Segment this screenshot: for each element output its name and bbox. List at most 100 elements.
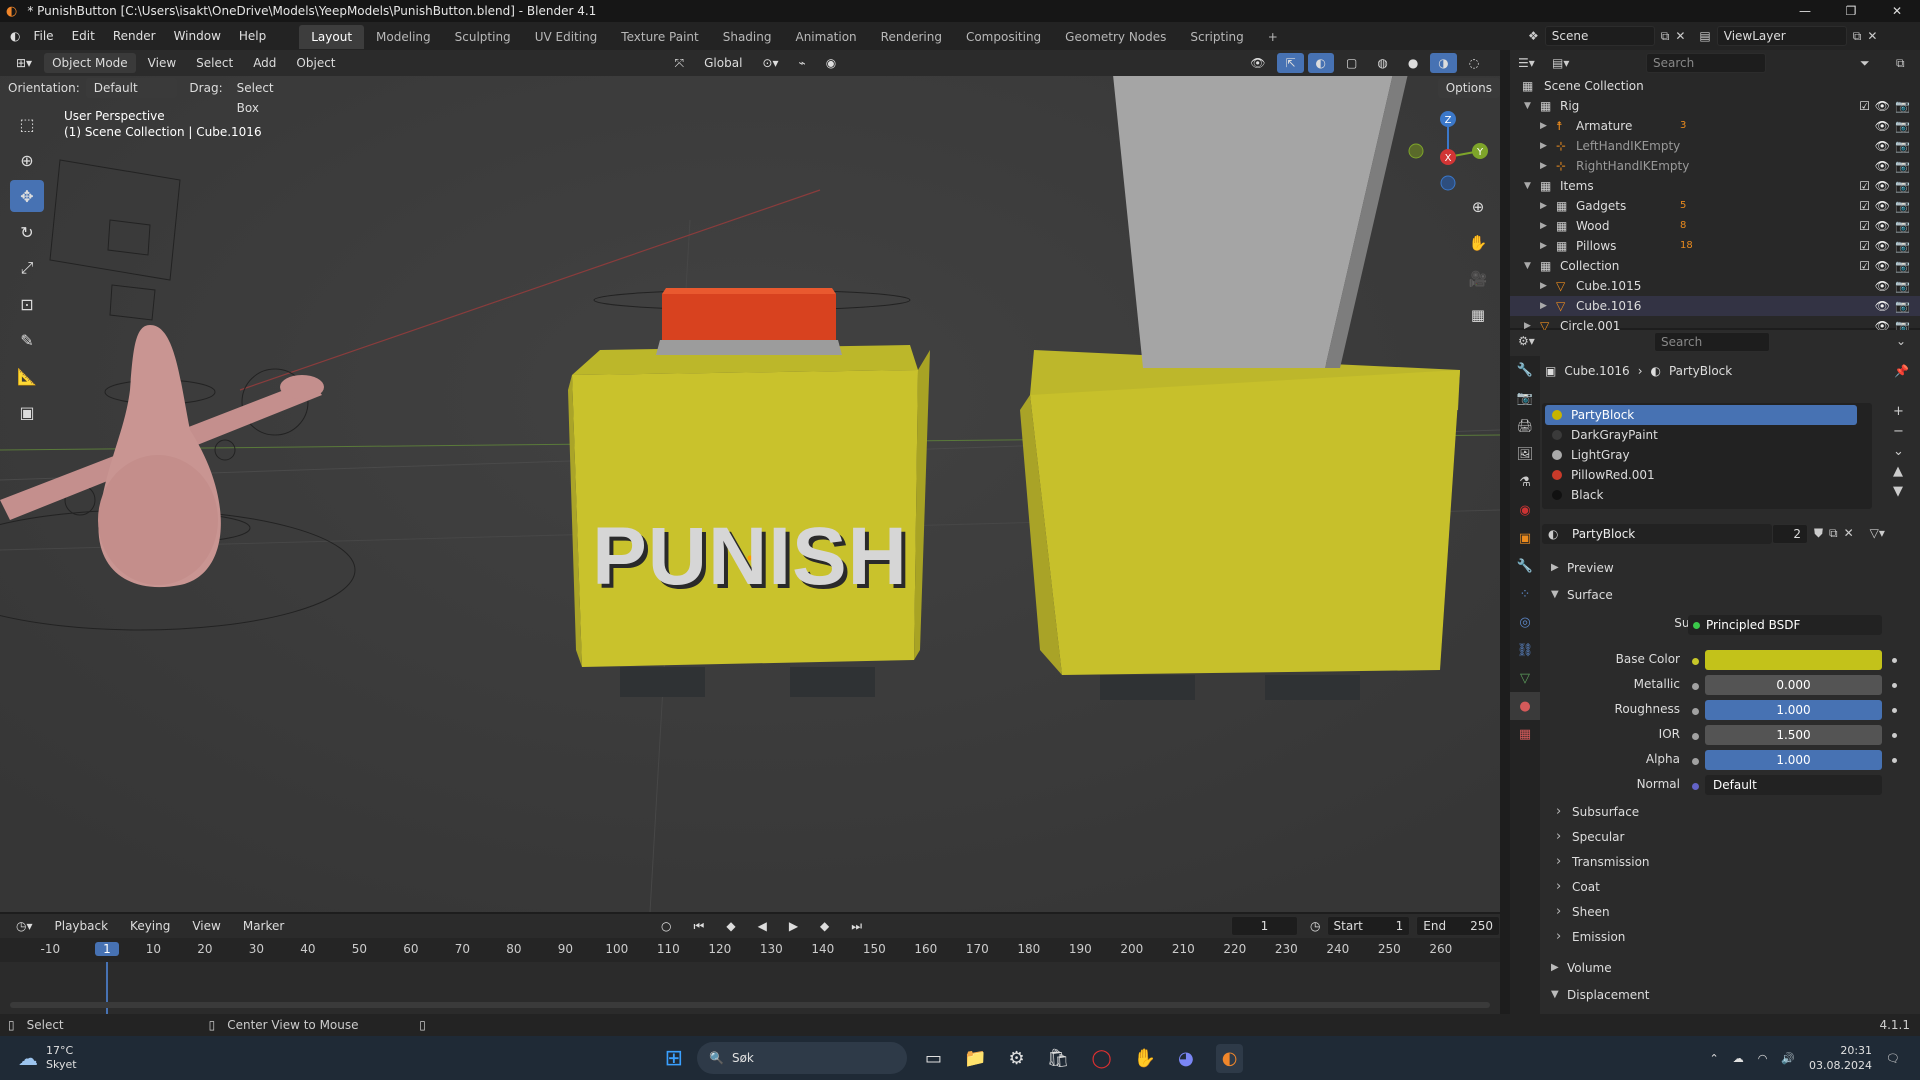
menu-playback[interactable]: Playback	[47, 916, 117, 936]
new-scene-icon[interactable]: ⧉	[1661, 29, 1670, 44]
object-tab-icon[interactable]: ▣	[1510, 524, 1540, 552]
fake-user-icon[interactable]: ⛊	[1814, 526, 1823, 541]
expand-chevron-icon[interactable]: ▶	[1540, 216, 1547, 236]
remove-slot-icon[interactable]: −	[1893, 422, 1904, 442]
outliner-row[interactable]: ▶ ▦ Pillows 18 ☑ 👁 📷	[1510, 236, 1920, 256]
start-frame-field[interactable]: Start 1	[1326, 916, 1411, 936]
tab-sculpting[interactable]: Sculpting	[443, 25, 523, 49]
new-collection-icon[interactable]: ⧉	[1896, 56, 1905, 71]
filter-icon[interactable]: ⏷	[1860, 56, 1870, 71]
world-tab-icon[interactable]: ◉	[1510, 496, 1540, 524]
move-slot-down-icon[interactable]: ▼	[1893, 482, 1904, 502]
pan-hand-icon[interactable]: ✋	[1463, 228, 1493, 258]
normal-field[interactable]: Default	[1705, 775, 1882, 795]
notification-icon[interactable]: 🗨	[1886, 1052, 1900, 1065]
material-slot[interactable]: PillowRed.001	[1545, 465, 1857, 485]
outliner-row[interactable]: ▶ ▽ Cube.1015 👁 📷	[1510, 276, 1920, 296]
tab-modeling[interactable]: Modeling	[364, 25, 443, 49]
gizmo-toggle-icon[interactable]: ⇱	[1277, 53, 1304, 73]
link-type-icon[interactable]: ▽▾	[1870, 526, 1885, 541]
rotate-tool-icon[interactable]: ↻	[10, 216, 44, 248]
start-windows-icon[interactable]: ⊞	[665, 1046, 683, 1071]
options-dropdown[interactable]: Options	[1437, 78, 1500, 98]
section-displacement[interactable]: ▼ Displacement	[1545, 983, 1905, 1007]
cursor-tool-icon[interactable]: ⊕	[10, 144, 44, 176]
socket-dot-icon[interactable]	[1692, 733, 1699, 740]
tab-rendering[interactable]: Rendering	[869, 25, 954, 49]
keyframe-dot-icon[interactable]	[1892, 683, 1897, 688]
menu-help[interactable]: Help	[230, 22, 275, 50]
material-shading-icon[interactable]: ◑	[1430, 53, 1457, 73]
volume-icon[interactable]: 🔊	[1781, 1052, 1795, 1065]
expand-chevron-icon[interactable]: ▶	[1540, 116, 1547, 136]
outliner-row[interactable]: ▼ ▦ Rig ☑ 👁 📷	[1510, 96, 1920, 116]
clock[interactable]: 20:31 03.08.2024	[1809, 1043, 1872, 1073]
pivot-point-icon[interactable]: ⊙▾	[754, 53, 786, 73]
tab-texture-paint[interactable]: Texture Paint	[609, 25, 710, 49]
weather-icon[interactable]: ☁	[18, 1046, 38, 1070]
visibility-eye-icon[interactable]: 👁	[1875, 196, 1890, 216]
render-camera-icon[interactable]: 📷	[1895, 296, 1910, 316]
users-count[interactable]: 2	[1772, 524, 1808, 544]
editor-type-icon[interactable]: ⊞▾	[8, 53, 40, 73]
tab-compositing[interactable]: Compositing	[954, 25, 1053, 49]
store-icon[interactable]: 🛍	[1047, 1048, 1070, 1069]
solid-shading-icon[interactable]: ●	[1400, 53, 1426, 73]
tab-animation[interactable]: Animation	[783, 25, 868, 49]
data-tab-icon[interactable]: ▽	[1510, 664, 1540, 692]
section-volume[interactable]: ▶ Volume	[1545, 956, 1905, 980]
tray-chevron-icon[interactable]: ⌃	[1710, 1052, 1719, 1065]
expand-chevron-icon[interactable]: ▶	[1540, 276, 1547, 296]
rendered-shading-icon[interactable]: ◌	[1461, 53, 1487, 73]
browse-material-icon[interactable]: ◐	[1548, 524, 1558, 544]
visibility-eye-icon[interactable]: 👁	[1875, 236, 1890, 256]
render-camera-icon[interactable]: 📷	[1895, 216, 1910, 236]
wireframe-shading-icon[interactable]: ◍	[1369, 53, 1395, 73]
3d-viewport[interactable]: PUNISH	[0, 50, 1500, 912]
output-tab-icon[interactable]: 🖨	[1510, 412, 1540, 440]
visibility-eye-icon[interactable]: 👁	[1875, 216, 1890, 236]
pin-icon[interactable]: 📌	[1894, 364, 1909, 378]
opera-icon[interactable]: ◯	[1091, 1048, 1111, 1069]
exclude-checkbox[interactable]: ☑	[1859, 256, 1870, 276]
expand-chevron-icon[interactable]: ▼	[1524, 256, 1531, 276]
drag-dropdown[interactable]: Select Box	[228, 78, 306, 115]
keyframe-dot-icon[interactable]	[1892, 708, 1897, 713]
proportional-edit-icon[interactable]: ◉	[818, 53, 844, 73]
xray-icon[interactable]: ▢	[1338, 53, 1365, 73]
render-camera-icon[interactable]: 📷	[1895, 236, 1910, 256]
close-button[interactable]: ✕	[1874, 0, 1920, 22]
delete-scene-icon[interactable]: ✕	[1675, 29, 1685, 43]
timeline-editor-icon[interactable]: ◷▾	[8, 916, 41, 936]
minimize-button[interactable]: —	[1782, 0, 1828, 22]
ior-field[interactable]: 1.500	[1705, 725, 1882, 745]
transform-tool-icon[interactable]: ⊡	[10, 288, 44, 320]
material-slot[interactable]: LightGray	[1545, 445, 1857, 465]
weather-widget[interactable]: 17°C Skyet	[46, 1044, 77, 1072]
jump-end-icon[interactable]: ⏭	[843, 916, 870, 936]
jump-start-icon[interactable]: ⏮	[686, 916, 713, 936]
properties-editor-icon[interactable]: ⚙▾	[1518, 334, 1535, 348]
menu-select[interactable]: Select	[188, 53, 241, 73]
zoom-icon[interactable]: ⊕	[1463, 192, 1493, 222]
axis-gizmo[interactable]: Z Y X	[1400, 105, 1490, 195]
constraints-tab-icon[interactable]: ⛓	[1510, 636, 1540, 664]
tab-geometry-nodes[interactable]: Geometry Nodes	[1053, 25, 1178, 49]
current-frame-field[interactable]: 1	[1230, 916, 1299, 936]
outliner-search-input[interactable]: Search	[1646, 53, 1766, 73]
material-slot[interactable]: Black	[1545, 485, 1857, 505]
visibility-eye-icon[interactable]: 👁	[1875, 256, 1890, 276]
render-camera-icon[interactable]: 📷	[1895, 96, 1910, 116]
socket-dot-icon[interactable]	[1692, 683, 1699, 690]
tab-uv-editing[interactable]: UV Editing	[523, 25, 610, 49]
keyframe-dot-icon[interactable]	[1892, 658, 1897, 663]
annotate-tool-icon[interactable]: ✎	[10, 324, 44, 356]
move-slot-up-icon[interactable]: ▲	[1893, 462, 1904, 482]
menu-window[interactable]: Window	[165, 22, 230, 50]
menu-add[interactable]: Add	[245, 53, 284, 73]
visibility-eye-icon[interactable]: 👁	[1875, 136, 1890, 156]
settings-icon[interactable]: ⚙	[1008, 1048, 1024, 1069]
render-camera-icon[interactable]: 📷	[1895, 256, 1910, 276]
material-tab-icon[interactable]: ●	[1510, 692, 1540, 720]
section-preview[interactable]: ▶ Preview	[1545, 556, 1905, 580]
